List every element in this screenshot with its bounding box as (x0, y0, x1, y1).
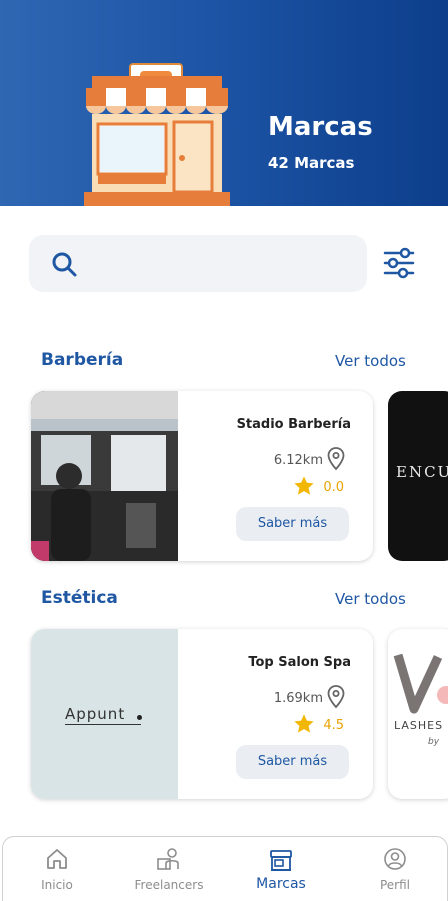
section-title-barberia: Barbería (41, 350, 124, 370)
see-all-barberia-link[interactable]: Ver todos (335, 352, 406, 370)
nav-item-freelancers[interactable]: Freelancers (123, 837, 215, 901)
star-icon (294, 714, 314, 733)
freelancers-icon (157, 848, 179, 870)
section-title-estetica: Estética (41, 588, 118, 608)
search-icon (52, 252, 77, 277)
brand-photo (31, 391, 178, 561)
home-icon (47, 849, 67, 869)
location-pin-icon (327, 685, 345, 709)
saber-mas-button[interactable]: Saber más (236, 507, 349, 541)
nav-item-inicio[interactable]: Inicio (17, 837, 97, 901)
saber-mas-button[interactable]: Saber más (236, 745, 349, 779)
brand-distance: 1.69km (273, 691, 323, 706)
appunt-logo-text: Appunt (65, 705, 126, 723)
peek-brand-text: LASHES (394, 719, 444, 732)
logo-underline (65, 724, 141, 725)
peek-logo-shape (393, 653, 448, 714)
brand-card-peek-1[interactable]: ENCU (388, 391, 448, 561)
header-banner: Marcas 42 Marcas (0, 0, 448, 206)
location-pin-icon (327, 447, 345, 471)
brand-distance: 6.12km (273, 453, 323, 468)
star-icon (294, 476, 314, 495)
page-title: Marcas (268, 112, 373, 142)
brand-name: Stadio Barbería (236, 417, 351, 432)
nav-label: Freelancers (134, 878, 204, 892)
brand-card-peek-2[interactable]: LASHES by (388, 629, 448, 799)
brand-card-top-salon[interactable]: Appunt Top Salon Spa 1.69km 4.5 Saber má… (31, 629, 373, 799)
brand-name: Top Salon Spa (248, 655, 351, 670)
nav-item-marcas[interactable]: Marcas (239, 837, 323, 901)
brand-card-stadio[interactable]: Stadio Barbería 6.12km 0.0 Saber más (31, 391, 373, 561)
filter-icon[interactable] (381, 247, 417, 279)
nav-item-perfil[interactable]: Perfil (355, 837, 435, 901)
brand-logo-image: Appunt (31, 629, 178, 799)
store-illustration (84, 63, 230, 206)
profile-icon (384, 848, 406, 870)
bottom-navigation: Inicio Freelancers Marcas Perfil (2, 836, 448, 901)
brand-count: 42 Marcas (268, 154, 355, 172)
nav-label: Marcas (256, 876, 306, 892)
logo-dot (137, 715, 142, 720)
nav-label: Inicio (41, 878, 73, 892)
store-icon (270, 850, 292, 871)
nav-label: Perfil (379, 878, 411, 892)
see-all-estetica-link[interactable]: Ver todos (335, 590, 406, 608)
search-bar[interactable] (29, 235, 367, 292)
brand-rating: 4.5 (323, 718, 344, 733)
brand-rating: 0.0 (323, 480, 344, 495)
peek-brand-text: ENCU (396, 463, 448, 481)
peek-brand-sub: by (428, 737, 440, 747)
